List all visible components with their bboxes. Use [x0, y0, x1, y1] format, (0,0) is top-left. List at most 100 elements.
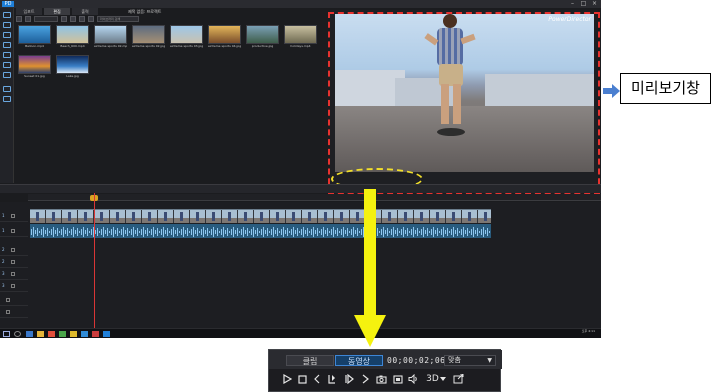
- media-item[interactable]: extreme sports 02.jpg: [132, 25, 165, 53]
- media-item[interactable]: extreme sports 02.mp4: [94, 25, 127, 53]
- fx-track-icon: [6, 298, 10, 302]
- library-toolbar: 라이브러리 검색: [16, 15, 326, 23]
- media-thumbnail: [208, 25, 241, 44]
- capture-button[interactable]: [326, 372, 338, 386]
- app-logo: PD: [2, 1, 14, 7]
- media-thumbnail: [18, 25, 51, 44]
- voice-over-icon[interactable]: [3, 86, 11, 92]
- app-icon[interactable]: [92, 331, 99, 337]
- app-icon[interactable]: [70, 331, 77, 337]
- powerdirector-window: PD – □ × 임포트 편집 출력 제목 없음: 프로젝트 라이브러리 검색 …: [0, 0, 601, 338]
- zoom-fit-select[interactable]: 맞춤 ▼: [444, 355, 496, 366]
- explorer-icon[interactable]: [37, 331, 44, 337]
- track-header-audio-3[interactable]: 3: [0, 280, 28, 292]
- media-item[interactable]: Balloon.mp4: [18, 25, 51, 53]
- timeline-toolbar: [0, 184, 601, 193]
- track-header-audio-1[interactable]: 1: [0, 225, 28, 237]
- search-input[interactable]: 라이브러리 검색: [97, 16, 139, 22]
- particle-room-icon[interactable]: [3, 42, 11, 48]
- plugin-button[interactable]: [25, 16, 31, 22]
- track-number: 2: [2, 247, 5, 252]
- stop-button[interactable]: [296, 372, 308, 386]
- media-item[interactable]: productive.jpg: [246, 25, 279, 53]
- media-item[interactable]: Lake.jpg: [56, 55, 89, 83]
- chapter-room-icon[interactable]: [3, 96, 11, 102]
- grid-button[interactable]: [88, 16, 94, 22]
- media-item[interactable]: extreme sports 03.jpg: [170, 25, 203, 53]
- search-icon[interactable]: [14, 331, 21, 337]
- windows-start-icon[interactable]: [3, 331, 10, 337]
- play-button[interactable]: [281, 372, 293, 386]
- media-item[interactable]: Beach_600.mp4: [56, 25, 89, 53]
- track-header-video-1[interactable]: 1: [0, 210, 28, 222]
- zoom-fit-label: 맞춤: [448, 356, 461, 364]
- view-button[interactable]: [70, 16, 76, 22]
- undock-preview-button[interactable]: [451, 372, 465, 386]
- edge-icon[interactable]: [26, 331, 33, 337]
- playhead[interactable]: [94, 193, 95, 328]
- title-bar: PD – □ ×: [0, 0, 601, 8]
- title-room-icon[interactable]: [3, 52, 11, 58]
- track-header-audio-2[interactable]: 2: [0, 256, 28, 268]
- sort-button[interactable]: [79, 16, 85, 22]
- tab-movie-mode[interactable]: 동영상: [335, 355, 383, 366]
- subtitle-button[interactable]: [391, 372, 404, 386]
- pip-room-icon[interactable]: [3, 32, 11, 38]
- timecode-display[interactable]: 00;00;02;06: [387, 355, 445, 366]
- video-track-icon: [11, 248, 15, 252]
- tab-import[interactable]: 임포트: [16, 8, 42, 15]
- tab-edit[interactable]: 편집: [44, 8, 70, 15]
- skip-icon: [362, 374, 369, 384]
- app-icon[interactable]: [59, 331, 66, 337]
- media-label: extreme sports 02.jpg: [132, 44, 165, 48]
- import-button[interactable]: [16, 16, 22, 22]
- track-header-video-3[interactable]: 3: [0, 268, 28, 280]
- powerdirector-taskbar-icon[interactable]: [103, 331, 110, 337]
- previous-frame-button[interactable]: [311, 372, 323, 386]
- download-button[interactable]: [61, 16, 67, 22]
- media-thumbnail: [56, 25, 89, 44]
- video-clip[interactable]: [30, 209, 491, 223]
- 3d-label: 3D: [426, 374, 439, 384]
- tab-clip-mode[interactable]: 클립: [286, 355, 334, 366]
- media-room-icon[interactable]: [3, 12, 11, 18]
- track-header-title[interactable]: [0, 306, 28, 318]
- media-item[interactable]: holidays.mp4: [284, 25, 317, 53]
- media-item[interactable]: extreme sports 04.jpg: [208, 25, 241, 53]
- play-icon: [282, 374, 292, 384]
- track-header-fx[interactable]: [0, 294, 28, 306]
- audio-mix-room-icon[interactable]: [3, 72, 11, 78]
- fx-room-icon[interactable]: [3, 22, 11, 28]
- media-thumbnail: [94, 25, 127, 44]
- next-frame-button[interactable]: [343, 372, 355, 386]
- media-item[interactable]: Sunset 01.jpg: [18, 55, 51, 83]
- app-icon[interactable]: [81, 331, 88, 337]
- transition-room-icon[interactable]: [3, 62, 11, 68]
- volume-button[interactable]: [407, 372, 420, 386]
- snapshot-icon: [376, 375, 387, 384]
- media-label: Lake.jpg: [66, 74, 79, 78]
- maximize-button[interactable]: □: [580, 1, 587, 7]
- 3d-mode-button[interactable]: 3D: [425, 372, 447, 386]
- audio-waveform: [30, 225, 491, 238]
- next-frame-icon: [345, 374, 354, 384]
- track-number: 3: [2, 283, 5, 288]
- close-button[interactable]: ×: [591, 1, 598, 7]
- track-header-video-2[interactable]: 2: [0, 244, 28, 256]
- snapshot-button[interactable]: [375, 372, 388, 386]
- skip-button[interactable]: [359, 372, 371, 386]
- audio-clip[interactable]: [30, 224, 491, 238]
- clip-filmstrip: [30, 210, 491, 223]
- media-filter-select[interactable]: [34, 16, 58, 22]
- media-label: extreme sports 02.mp4: [94, 44, 127, 48]
- media-label: Balloon.mp4: [25, 44, 44, 48]
- tab-produce[interactable]: 출력: [72, 8, 98, 15]
- callout-label: 미리보기창: [620, 73, 711, 104]
- minimize-button[interactable]: –: [569, 1, 576, 7]
- app-icon[interactable]: [48, 331, 55, 337]
- title-track-icon: [6, 310, 10, 314]
- media-thumbnail: [18, 55, 51, 74]
- playback-mode-bar: 클립 동영상 00;00;02;06 맞춤 ▼: [269, 350, 502, 369]
- timeline-ruler[interactable]: [28, 194, 601, 201]
- chevron-down-icon: [439, 376, 446, 381]
